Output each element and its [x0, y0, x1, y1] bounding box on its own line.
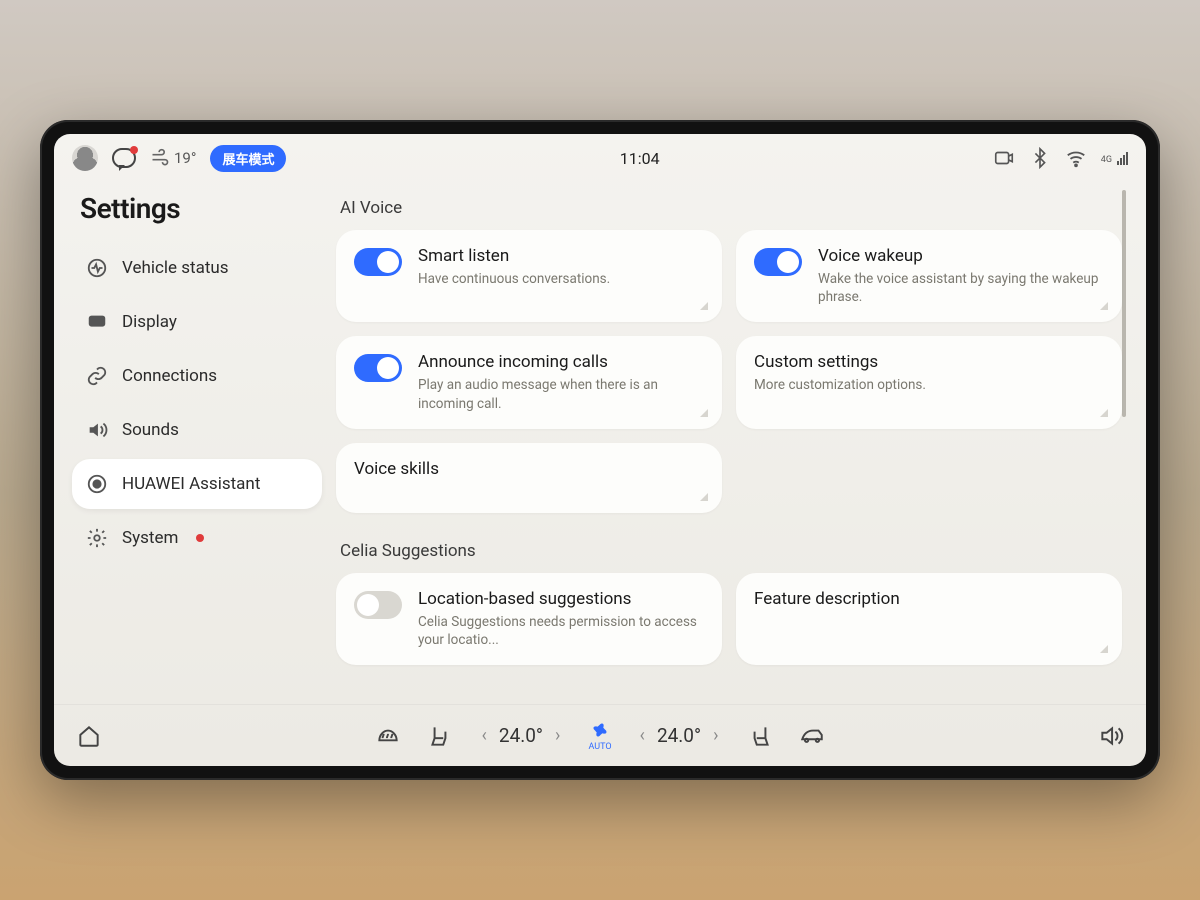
sidebar-item-label: Sounds [122, 420, 179, 440]
ai-voice-cards: Smart listen Have continuous conversatio… [336, 230, 1122, 513]
card-title: Voice wakeup [818, 246, 1104, 266]
cellular-indicator: 4G [1101, 151, 1128, 165]
card-voice-skills[interactable]: Voice skills [336, 443, 722, 513]
wifi-icon[interactable] [1065, 147, 1087, 169]
sidebar-item-vehicle-status[interactable]: Vehicle status [72, 243, 322, 293]
card-title: Voice skills [354, 459, 704, 479]
temp-right-up[interactable]: › [711, 725, 720, 746]
gear-icon [86, 527, 108, 549]
fan-icon [589, 719, 611, 741]
toggle-smart-listen[interactable] [354, 248, 402, 276]
temp-left-down[interactable]: ‹ [479, 725, 488, 746]
toggle-voice-wakeup[interactable] [754, 248, 802, 276]
fan-label: AUTO [588, 742, 611, 752]
sidebar-item-label: Display [122, 312, 177, 332]
card-title: Announce incoming calls [418, 352, 704, 372]
profile-avatar[interactable] [72, 145, 98, 171]
mode-pill[interactable]: 展车模式 [210, 145, 286, 172]
seat-left-button[interactable] [427, 723, 453, 749]
speaker-icon [86, 419, 108, 441]
bluetooth-icon[interactable] [1029, 147, 1051, 169]
nav-list: Vehicle status Display Connections Sound… [72, 243, 322, 563]
status-bar: 19° 展车模式 11:04 4G [54, 134, 1146, 182]
card-announce-calls[interactable]: Announce incoming calls Play an audio me… [336, 336, 722, 428]
card-desc: Play an audio message when there is an i… [418, 376, 704, 412]
wind-icon [150, 148, 170, 168]
sidebar-item-label: Vehicle status [122, 258, 229, 278]
sidebar-item-sounds[interactable]: Sounds [72, 405, 322, 455]
volume-button[interactable] [1098, 723, 1124, 749]
air-circulation-button[interactable] [799, 723, 825, 749]
sidebar-item-label: Connections [122, 366, 217, 386]
sidebar-item-label: System [122, 528, 178, 548]
card-title: Feature description [754, 589, 1104, 609]
sidebar-item-system[interactable]: System [72, 513, 322, 563]
seat-right-button[interactable] [747, 723, 773, 749]
main-area: Settings Vehicle status Display Connecti… [54, 182, 1146, 704]
settings-sidebar: Settings Vehicle status Display Connecti… [72, 182, 322, 704]
sidebar-item-label: HUAWEI Assistant [122, 474, 260, 494]
card-desc: Wake the voice assistant by saying the w… [818, 270, 1104, 306]
card-desc: Have continuous conversations. [418, 270, 704, 288]
bottom-dock: ‹ 24.0° › AUTO ‹ 24.0° › [54, 704, 1146, 766]
screen: 19° 展车模式 11:04 4G [54, 134, 1146, 766]
sidebar-item-huawei-assistant[interactable]: HUAWEI Assistant [72, 459, 322, 509]
network-label: 4G [1101, 155, 1112, 165]
signal-bars-icon [1117, 151, 1128, 165]
card-desc: More customization options. [754, 376, 1104, 394]
dashcam-icon[interactable] [993, 147, 1015, 169]
temp-right-down[interactable]: ‹ [638, 725, 647, 746]
weather-temperature: 19° [174, 149, 196, 167]
climate-left: ‹ 24.0° › [479, 724, 562, 747]
assistant-icon [86, 473, 108, 495]
card-voice-wakeup[interactable]: Voice wakeup Wake the voice assistant by… [736, 230, 1122, 322]
card-smart-listen[interactable]: Smart listen Have continuous conversatio… [336, 230, 722, 322]
temp-left-value: 24.0° [499, 724, 543, 747]
climate-right: ‹ 24.0° › [638, 724, 721, 747]
weather-widget[interactable]: 19° [150, 148, 196, 168]
heartbeat-icon [86, 257, 108, 279]
clock: 11:04 [300, 149, 978, 168]
sidebar-item-display[interactable]: Display [72, 297, 322, 347]
celia-cards: Location-based suggestions Celia Suggest… [336, 573, 1122, 665]
page-title: Settings [80, 192, 322, 225]
card-custom-settings[interactable]: Custom settings More customization optio… [736, 336, 1122, 428]
fan-auto-button[interactable]: AUTO [588, 719, 611, 752]
card-title: Custom settings [754, 352, 1104, 372]
temp-left-up[interactable]: › [553, 725, 562, 746]
messages-icon[interactable] [112, 148, 136, 168]
card-title: Smart listen [418, 246, 704, 266]
link-icon [86, 365, 108, 387]
toggle-location-suggestions[interactable] [354, 591, 402, 619]
scrollbar[interactable] [1122, 190, 1126, 644]
temp-right-value: 24.0° [657, 724, 701, 747]
update-dot-icon [196, 534, 204, 542]
tablet-frame: 19° 展车模式 11:04 4G [40, 120, 1160, 780]
notification-dot-icon [130, 146, 138, 154]
card-desc: Celia Suggestions needs permission to ac… [418, 613, 704, 649]
defrost-front-button[interactable] [375, 723, 401, 749]
sidebar-item-connections[interactable]: Connections [72, 351, 322, 401]
toggle-announce-calls[interactable] [354, 354, 402, 382]
section-title-ai-voice: AI Voice [340, 198, 1118, 218]
card-location-suggestions[interactable]: Location-based suggestions Celia Suggest… [336, 573, 722, 665]
display-icon [86, 311, 108, 333]
card-feature-description[interactable]: Feature description [736, 573, 1122, 665]
content-pane: AI Voice Smart listen Have continuous co… [330, 182, 1128, 704]
section-title-celia: Celia Suggestions [340, 541, 1118, 561]
home-button[interactable] [76, 723, 102, 749]
card-title: Location-based suggestions [418, 589, 704, 609]
